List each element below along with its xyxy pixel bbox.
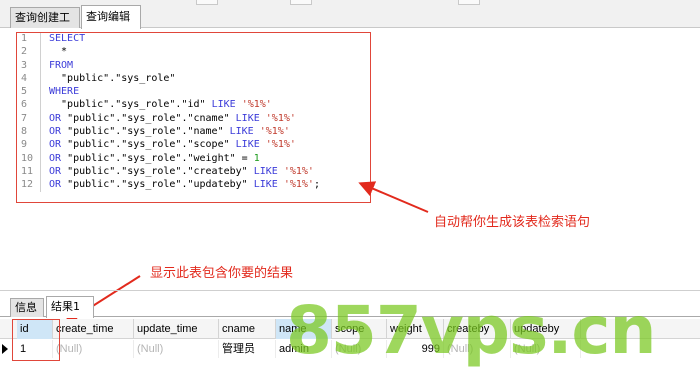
col-header-update-time[interactable]: update_time bbox=[134, 319, 219, 339]
cell-update-time[interactable]: (Null) bbox=[134, 340, 219, 358]
tab-info[interactable]: 信息 bbox=[10, 298, 44, 317]
tab-query-editor[interactable]: 查询编辑器 bbox=[81, 5, 141, 45]
col-header-create-time[interactable]: create_time bbox=[53, 319, 134, 339]
cell-cname[interactable]: 管理员 bbox=[219, 340, 276, 358]
col-header-cname[interactable]: cname bbox=[219, 319, 276, 339]
tab-stub bbox=[196, 0, 218, 5]
result-highlight-box bbox=[12, 319, 60, 361]
annotation-auto-generate: 自动帮你生成该表检索语句 bbox=[434, 215, 591, 230]
tab-stub bbox=[458, 0, 480, 5]
tab-query-builder[interactable]: 查询创建工具 bbox=[10, 7, 80, 43]
annotation-result: 显示此表包含你要的结果 bbox=[150, 266, 294, 281]
tab-stub bbox=[290, 0, 312, 5]
panel-divider[interactable] bbox=[0, 290, 700, 291]
cell-create-time[interactable]: (Null) bbox=[53, 340, 134, 358]
editor-tab-strip: 查询创建工具 查询编辑器 bbox=[0, 0, 700, 45]
watermark: 857vps.cn bbox=[286, 292, 657, 369]
current-row-indicator-icon bbox=[2, 344, 8, 354]
sql-highlight-box bbox=[16, 32, 371, 203]
tab-result1[interactable]: 结果1 bbox=[46, 296, 94, 318]
